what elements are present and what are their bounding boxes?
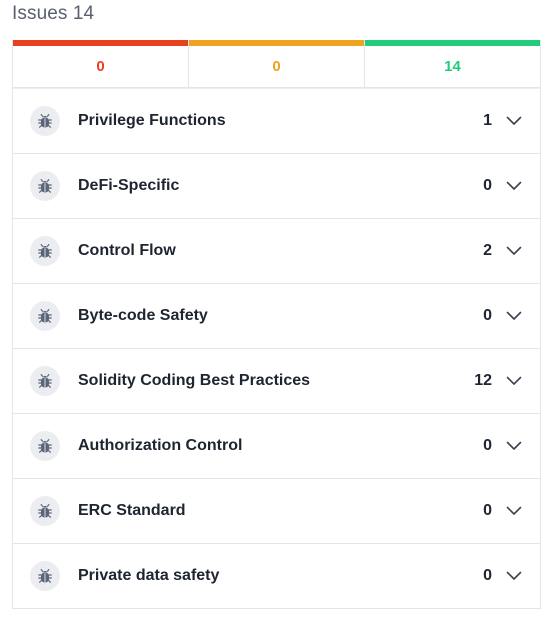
category-row-privilege-functions[interactable]: Privilege Functions 1 xyxy=(13,88,540,153)
category-count: 1 xyxy=(483,112,492,129)
severity-medium: 0 xyxy=(189,40,365,87)
severity-summary: 0 0 14 xyxy=(12,40,541,88)
category-label: Control Flow xyxy=(78,242,176,259)
category-count: 0 xyxy=(483,437,492,454)
category-row-control-flow[interactable]: Control Flow 2 xyxy=(13,218,540,283)
severity-high-bar xyxy=(13,40,188,46)
chevron-down-icon[interactable] xyxy=(504,176,524,196)
chevron-down-icon[interactable] xyxy=(504,436,524,456)
category-count: 0 xyxy=(483,177,492,194)
severity-low-count: 14 xyxy=(444,58,461,75)
category-label: Solidity Coding Best Practices xyxy=(78,372,311,389)
category-row-byte-code-safety[interactable]: Byte-code Safety 0 xyxy=(13,283,540,348)
chevron-down-icon[interactable] xyxy=(504,241,524,261)
bug-icon xyxy=(30,431,60,461)
chevron-down-icon[interactable] xyxy=(504,501,524,521)
category-count: 12 xyxy=(474,372,492,389)
severity-high-count: 0 xyxy=(96,58,105,75)
chevron-down-icon[interactable] xyxy=(504,371,524,391)
category-label: Byte-code Safety xyxy=(78,307,208,324)
category-label: Privilege Functions xyxy=(78,112,226,129)
bug-icon xyxy=(30,171,60,201)
severity-high: 0 xyxy=(13,40,189,87)
chevron-down-icon[interactable] xyxy=(504,306,524,326)
category-row-authorization-control[interactable]: Authorization Control 0 xyxy=(13,413,540,478)
category-count: 0 xyxy=(483,567,492,584)
category-count: 2 xyxy=(483,242,492,259)
severity-low-bar xyxy=(365,40,540,46)
category-count: 0 xyxy=(483,502,492,519)
bug-icon xyxy=(30,301,60,331)
bug-icon xyxy=(30,366,60,396)
category-count: 0 xyxy=(483,307,492,324)
category-row-erc-standard[interactable]: ERC Standard 0 xyxy=(13,478,540,543)
issue-category-list: Privilege Functions 1 DeFi-Specific 0 Co… xyxy=(12,88,541,609)
chevron-down-icon[interactable] xyxy=(504,566,524,586)
severity-medium-count: 0 xyxy=(272,58,281,75)
bug-icon xyxy=(30,106,60,136)
chevron-down-icon[interactable] xyxy=(504,111,524,131)
severity-low: 14 xyxy=(365,40,540,87)
category-label: Authorization Control xyxy=(78,437,243,454)
category-label: ERC Standard xyxy=(78,502,186,519)
issues-panel: Issues 14 0 0 14 Privilege Functions 1 D… xyxy=(12,0,541,609)
issues-title: Issues 14 xyxy=(12,3,95,24)
category-row-solidity-best-practices[interactable]: Solidity Coding Best Practices 12 xyxy=(13,348,540,413)
category-label: DeFi-Specific xyxy=(78,177,180,194)
category-row-defi-specific[interactable]: DeFi-Specific 0 xyxy=(13,153,540,218)
bug-icon xyxy=(30,236,60,266)
category-row-private-data-safety[interactable]: Private data safety 0 xyxy=(13,543,540,608)
severity-medium-bar xyxy=(189,40,364,46)
bug-icon xyxy=(30,496,60,526)
bug-icon xyxy=(30,561,60,591)
category-label: Private data safety xyxy=(78,567,220,584)
